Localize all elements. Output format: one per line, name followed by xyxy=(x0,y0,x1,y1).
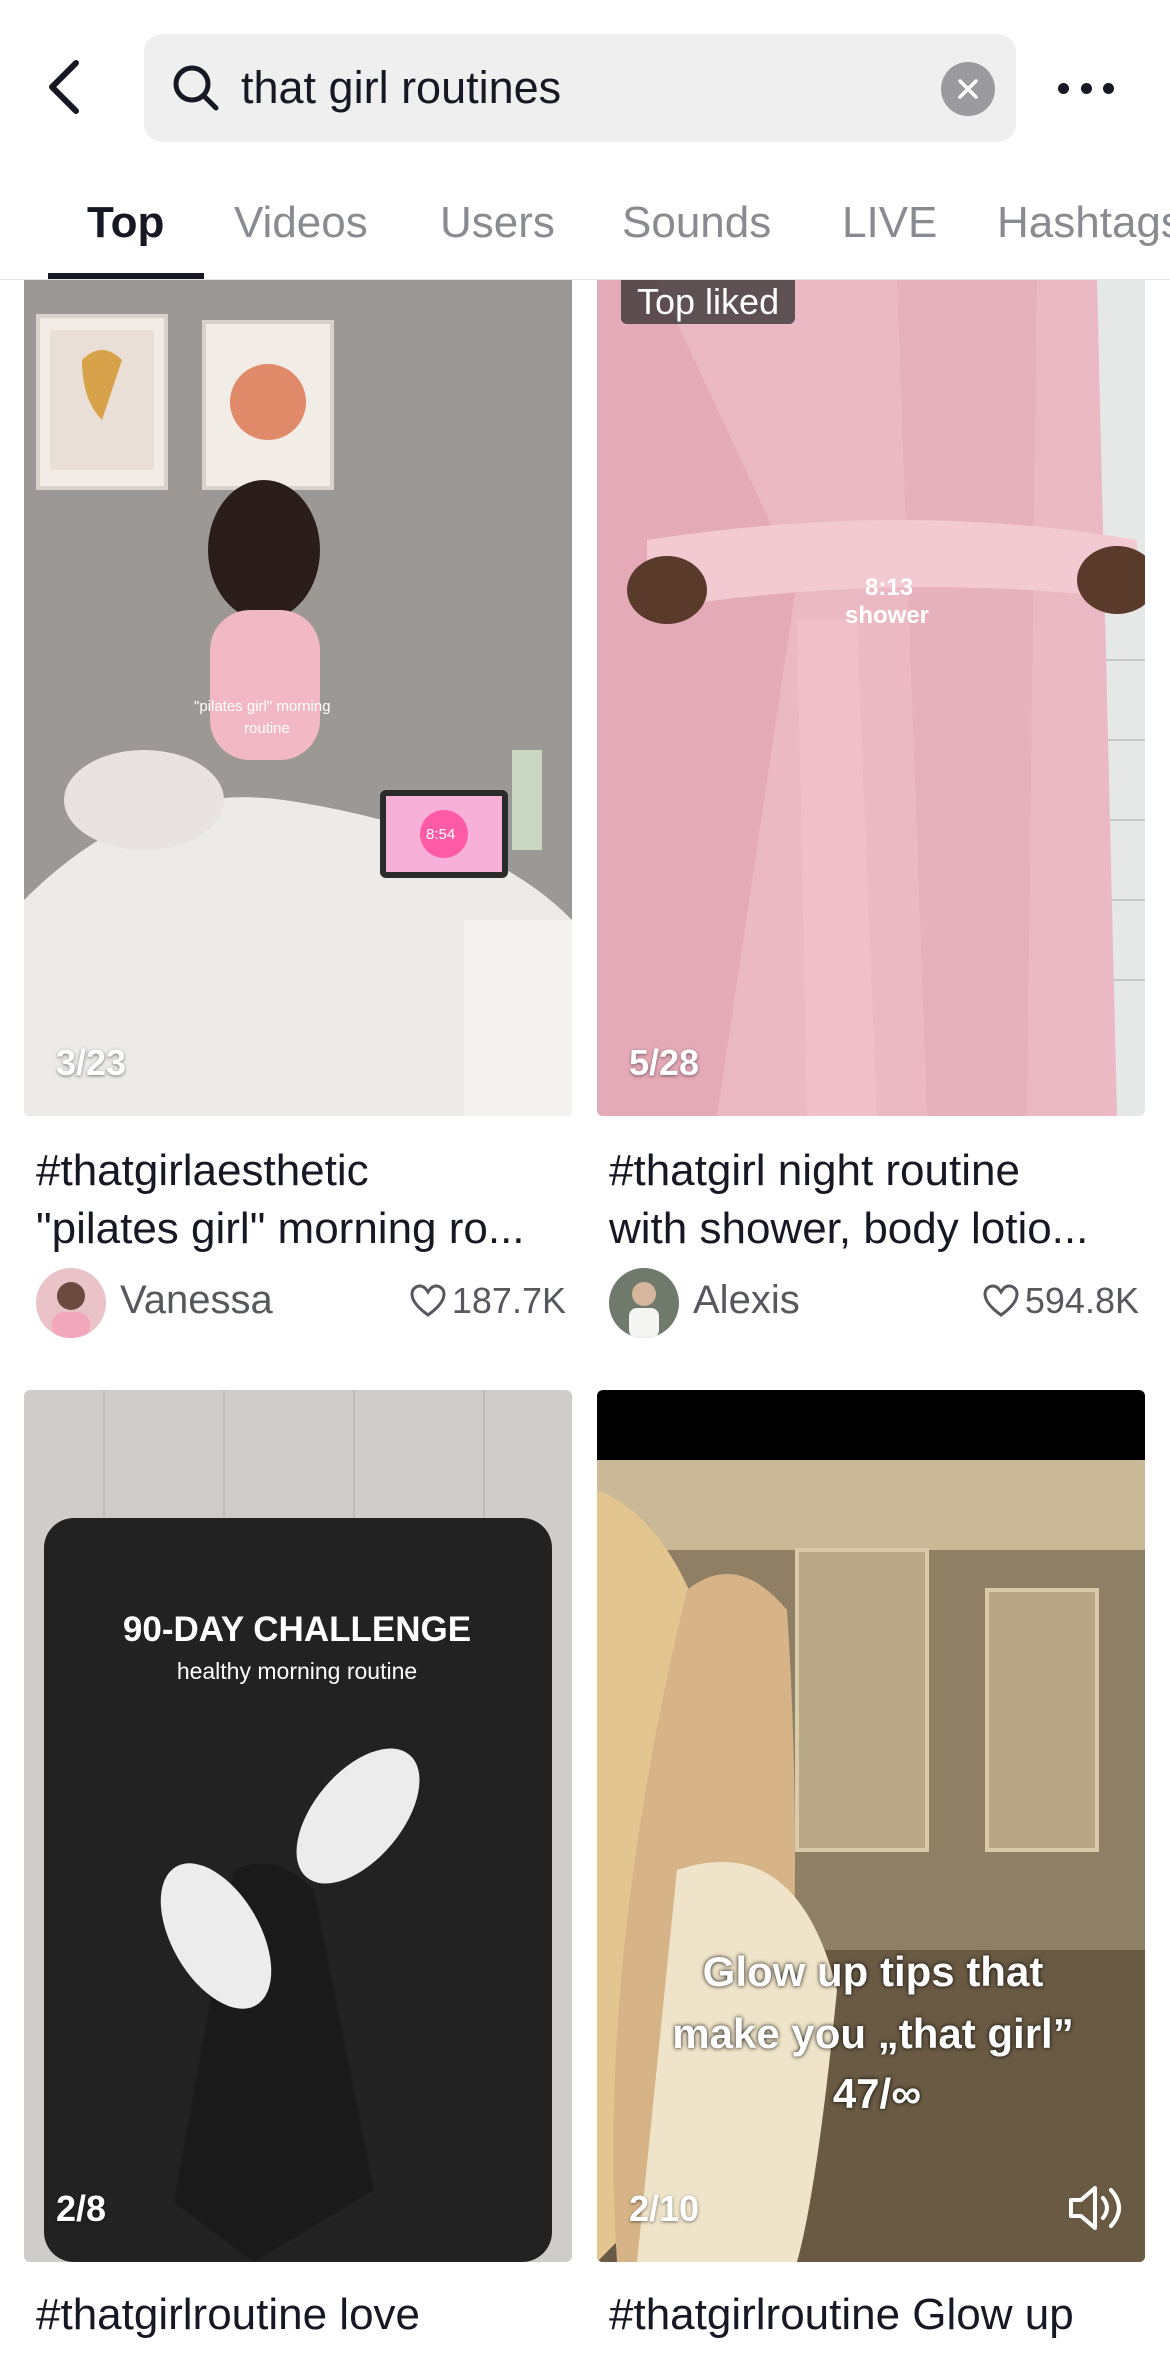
heart-icon xyxy=(410,1284,446,1317)
top-liked-badge: Top liked xyxy=(621,280,796,324)
video-thumbnail[interactable]: Top liked 8:13 shower 5/28 xyxy=(597,280,1145,1116)
video-thumbnail[interactable]: 90-DAY CHALLENGE healthy morning routine… xyxy=(24,1390,572,2262)
result-tabs: Top Videos Users Sounds LIVE Hashtags xyxy=(0,175,1170,280)
caption-line: "pilates girl" morning ro... xyxy=(36,1204,525,1253)
video-caption[interactable]: #thatgirlroutine love xyxy=(36,2286,566,2344)
video-caption[interactable]: #thatgirlroutine Glow up xyxy=(609,2286,1139,2344)
back-arrow-icon xyxy=(49,60,79,114)
overlay-title: 90-DAY CHALLENGE xyxy=(122,1610,472,1649)
author-name[interactable]: Alexis xyxy=(693,1278,800,1323)
heart-icon xyxy=(983,1284,1019,1317)
more-options-button[interactable] xyxy=(1058,68,1114,108)
clear-icon xyxy=(958,79,978,99)
overlay-subtitle: healthy morning routine xyxy=(176,1658,418,1684)
overlay-text: 47/∞ xyxy=(832,2070,922,2117)
photo-counter: 2/10 xyxy=(629,2188,700,2229)
back-button[interactable] xyxy=(36,52,92,122)
thumbnail-image xyxy=(24,1390,572,2262)
author-name[interactable]: Vanessa xyxy=(120,1278,273,1323)
header: that girl routines xyxy=(0,0,1170,175)
clear-search-button[interactable] xyxy=(941,62,995,116)
photo-counter: 3/23 xyxy=(56,1042,127,1083)
caption-line: #thatgirlroutine Glow up xyxy=(609,2290,1074,2339)
tab-users[interactable]: Users xyxy=(440,197,555,249)
video-caption[interactable]: #thatgirl night routine with shower, bod… xyxy=(609,1142,1139,1258)
tab-live[interactable]: LIVE xyxy=(842,197,937,249)
overlay-text: 8:13 xyxy=(865,574,914,601)
search-icon xyxy=(173,65,219,111)
overlay-text: Glow up tips that xyxy=(702,1948,1044,1995)
like-count-text: 187.7K xyxy=(451,1280,566,1321)
overlay-text: routine xyxy=(244,720,290,737)
tab-hashtags[interactable]: Hashtags xyxy=(997,197,1170,249)
caption-line: #thatgirl night routine xyxy=(609,1146,1020,1195)
video-thumbnail[interactable]: Glow up tips that make you „that girl” 4… xyxy=(597,1390,1145,2262)
speaker-icon xyxy=(1069,2186,1121,2230)
caption-line: #thatgirlroutine love xyxy=(36,2290,421,2339)
caption-line: with shower, body lotio... xyxy=(609,1204,1089,1253)
tab-sounds[interactable]: Sounds xyxy=(622,197,771,249)
like-count: 187.7K xyxy=(410,1280,566,1322)
tab-top[interactable]: Top xyxy=(87,197,164,249)
video-thumbnail[interactable]: "pilates girl" morning routine 8:54 3/23 xyxy=(24,280,572,1116)
avatar[interactable] xyxy=(609,1268,679,1338)
photo-counter: 5/28 xyxy=(629,1042,700,1083)
caption-line: #thatgirlaesthetic xyxy=(36,1146,369,1195)
mute-button[interactable] xyxy=(1065,2180,1125,2236)
like-count-text: 594.8K xyxy=(1024,1280,1139,1321)
video-meta: Alexis 594.8K xyxy=(609,1268,1139,1340)
video-meta: Vanessa 187.7K xyxy=(36,1268,566,1340)
search-input[interactable]: that girl routines xyxy=(241,62,561,114)
tab-videos[interactable]: Videos xyxy=(234,197,368,249)
active-tab-indicator xyxy=(48,273,204,279)
thumbnail-image xyxy=(597,280,1145,1116)
search-bar[interactable]: that girl routines xyxy=(144,34,1016,142)
avatar[interactable] xyxy=(36,1268,106,1338)
overlay-text: make you „that girl” xyxy=(672,2010,1074,2057)
video-caption[interactable]: #thatgirlaesthetic "pilates girl" mornin… xyxy=(36,1142,566,1258)
overlay-time: 8:54 xyxy=(426,826,456,843)
overlay-text: shower xyxy=(845,602,930,629)
more-icon xyxy=(1058,82,1069,94)
photo-counter: 2/8 xyxy=(56,2188,107,2229)
thumbnail-image xyxy=(597,1390,1145,2262)
like-count: 594.8K xyxy=(983,1280,1139,1322)
overlay-text: "pilates girl" morning xyxy=(194,698,331,715)
